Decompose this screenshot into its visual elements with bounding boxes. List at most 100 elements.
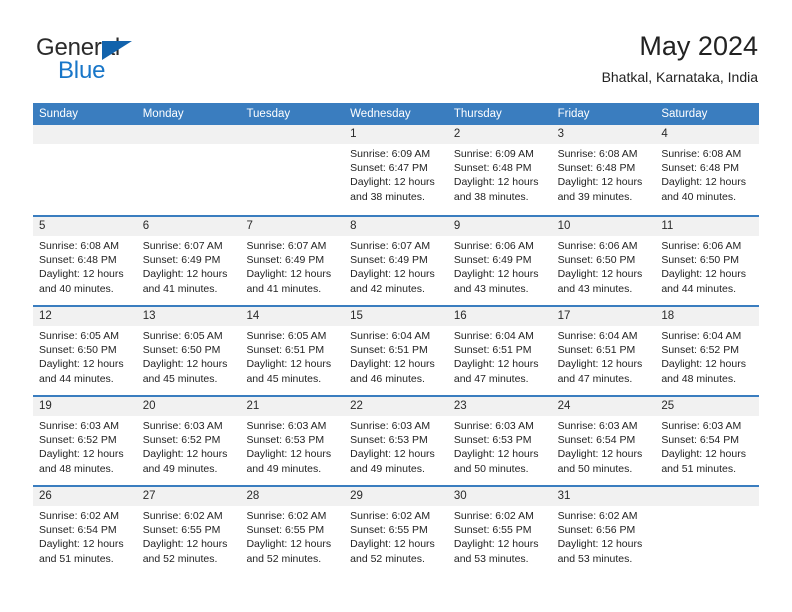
daylight-text: Daylight: 12 hours and 41 minutes. [246, 268, 332, 295]
calendar-day-cell[interactable]: 31 Sunrise: 6:02 AM Sunset: 6:56 PM Dayligh… [551, 487, 656, 575]
calendar-day-cell[interactable]: 8 Sunrise: 6:07 AM Sunset: 6:49 PM Daylight… [344, 217, 448, 305]
day-details: Sunrise: 6:07 AM Sunset: 6:49 PM Daylight:… [240, 236, 344, 296]
sunset-text: Sunset: 6:54 PM [557, 434, 636, 447]
calendar-day-cell[interactable]: 1 Sunrise: 6:09 AM Sunset: 6:47 PM Daylight… [344, 125, 448, 215]
sunrise-text: Sunrise: 6:03 AM [39, 420, 119, 432]
sunrise-text: Sunrise: 6:02 AM [453, 510, 534, 522]
day-details: Sunrise: 6:02 AM Sunset: 6:54 PM Daylight:… [33, 506, 137, 566]
calendar-day-cell[interactable]: 30 Sunrise: 6:02 AM Sunset: 6:55 PM Dayligh… [447, 487, 552, 575]
day-details: Sunrise: 6:07 AM Sunset: 6:49 PM Daylight:… [137, 236, 241, 296]
day-details: Sunrise: 6:03 AM Sunset: 6:53 PM Daylight:… [448, 416, 552, 476]
calendar-day-cell[interactable]: 6 Sunrise: 6:07 AM Sunset: 6:49 PM Daylight… [136, 217, 241, 305]
day-details: Sunrise: 6:03 AM Sunset: 6:52 PM Daylight:… [137, 416, 241, 476]
daylight-text: Daylight: 12 hours and 43 minutes. [453, 268, 539, 295]
sunset-text: Sunset: 6:48 PM [39, 254, 117, 267]
day-details: Sunrise: 6:08 AM Sunset: 6:48 PM Daylight:… [552, 144, 656, 204]
day-number [655, 487, 760, 506]
calendar-day-cell[interactable]: 29 Sunrise: 6:02 AM Sunset: 6:55 PM Dayligh… [344, 487, 448, 575]
sunrise-text: Sunrise: 6:06 AM [557, 240, 638, 252]
sunrise-text: Sunrise: 6:04 AM [453, 330, 534, 342]
calendar-day-cell[interactable]: 2 Sunrise: 6:09 AM Sunset: 6:48 PM Daylight… [447, 125, 552, 215]
sunrise-text: Sunrise: 6:09 AM [350, 148, 431, 160]
sunset-text: Sunset: 6:55 PM [350, 524, 428, 537]
sunset-text: Sunset: 6:54 PM [661, 434, 739, 447]
day-number: 30 [447, 487, 552, 506]
calendar-week-row: 26 Sunrise: 6:02 AM Sunset: 6:54 PM Dayligh… [33, 485, 760, 575]
weekday-header-monday: Monday [142, 108, 184, 120]
daylight-text: Daylight: 12 hours and 50 minutes. [557, 448, 643, 475]
day-number: 13 [136, 307, 241, 326]
calendar-day-cell[interactable]: 25 Sunrise: 6:03 AM Sunset: 6:54 PM Dayligh… [655, 397, 760, 485]
calendar-week-row: 19 Sunrise: 6:03 AM Sunset: 6:52 PM Dayligh… [33, 395, 760, 485]
daylight-text: Daylight: 12 hours and 47 minutes. [557, 358, 643, 385]
calendar-day-cell[interactable]: 28 Sunrise: 6:02 AM Sunset: 6:55 PM Dayligh… [240, 487, 345, 575]
day-details: Sunrise: 6:05 AM Sunset: 6:50 PM Daylight:… [137, 326, 241, 386]
calendar-day-cell-empty [136, 125, 241, 215]
day-details: Sunrise: 6:09 AM Sunset: 6:48 PM Daylight:… [448, 144, 552, 204]
calendar-day-cell[interactable]: 14 Sunrise: 6:05 AM Sunset: 6:51 PM Dayligh… [240, 307, 345, 395]
sunrise-text: Sunrise: 6:03 AM [142, 420, 223, 432]
calendar-day-cell[interactable]: 21 Sunrise: 6:03 AM Sunset: 6:53 PM Dayligh… [240, 397, 345, 485]
calendar-day-cell[interactable]: 5 Sunrise: 6:08 AM Sunset: 6:48 PM Daylight… [33, 217, 137, 305]
calendar-day-cell[interactable]: 18 Sunrise: 6:04 AM Sunset: 6:52 PM Dayligh… [655, 307, 760, 395]
day-number: 15 [344, 307, 448, 326]
day-number: 21 [240, 397, 345, 416]
sunrise-text: Sunrise: 6:06 AM [453, 240, 534, 252]
sunrise-text: Sunrise: 6:05 AM [246, 330, 327, 342]
calendar-day-cell[interactable]: 13 Sunrise: 6:05 AM Sunset: 6:50 PM Dayligh… [136, 307, 241, 395]
calendar-day-cell[interactable]: 26 Sunrise: 6:02 AM Sunset: 6:54 PM Dayligh… [33, 487, 137, 575]
calendar-day-cell[interactable]: 22 Sunrise: 6:03 AM Sunset: 6:53 PM Dayligh… [344, 397, 448, 485]
daylight-text: Daylight: 12 hours and 50 minutes. [453, 448, 539, 475]
sunrise-text: Sunrise: 6:03 AM [246, 420, 327, 432]
calendar-day-cell[interactable]: 4 Sunrise: 6:08 AM Sunset: 6:48 PM Daylight… [655, 125, 760, 215]
calendar-day-cell[interactable]: 27 Sunrise: 6:02 AM Sunset: 6:55 PM Dayligh… [136, 487, 241, 575]
sunrise-text: Sunrise: 6:09 AM [453, 148, 534, 160]
sunrise-text: Sunrise: 6:04 AM [661, 330, 742, 342]
day-number: 10 [551, 217, 656, 236]
sunrise-text: Sunrise: 6:08 AM [557, 148, 638, 160]
calendar-day-cell[interactable]: 11 Sunrise: 6:06 AM Sunset: 6:50 PM Dayligh… [655, 217, 760, 305]
calendar-day-cell[interactable]: 17 Sunrise: 6:04 AM Sunset: 6:51 PM Dayligh… [551, 307, 656, 395]
sunset-text: Sunset: 6:50 PM [39, 344, 117, 357]
sunset-text: Sunset: 6:51 PM [246, 344, 325, 357]
calendar-day-cell[interactable]: 23 Sunrise: 6:03 AM Sunset: 6:53 PM Dayligh… [447, 397, 552, 485]
calendar-day-cell[interactable]: 10 Sunrise: 6:06 AM Sunset: 6:50 PM Dayligh… [551, 217, 656, 305]
day-number: 11 [655, 217, 760, 236]
title-block: May 2024 Bhatkal, Karnataka, India [602, 30, 758, 87]
day-number: 6 [136, 217, 241, 236]
sunrise-text: Sunrise: 6:02 AM [39, 510, 119, 522]
day-details: Sunrise: 6:08 AM Sunset: 6:48 PM Daylight:… [655, 144, 759, 204]
calendar-day-cell[interactable]: 3 Sunrise: 6:08 AM Sunset: 6:48 PM Daylight… [551, 125, 656, 215]
calendar-day-cell[interactable]: 7 Sunrise: 6:07 AM Sunset: 6:49 PM Daylight… [240, 217, 345, 305]
day-details: Sunrise: 6:02 AM Sunset: 6:56 PM Daylight:… [552, 506, 656, 566]
daylight-text: Daylight: 12 hours and 45 minutes. [142, 358, 228, 385]
sunset-text: Sunset: 6:51 PM [557, 344, 636, 357]
calendar-day-cell[interactable]: 16 Sunrise: 6:04 AM Sunset: 6:51 PM Dayligh… [447, 307, 552, 395]
calendar-day-cell[interactable]: 19 Sunrise: 6:03 AM Sunset: 6:52 PM Dayligh… [33, 397, 137, 485]
calendar-day-cell[interactable]: 9 Sunrise: 6:06 AM Sunset: 6:49 PM Daylight… [447, 217, 552, 305]
sunrise-text: Sunrise: 6:03 AM [350, 420, 431, 432]
day-number: 5 [33, 217, 137, 236]
calendar-week-row: 12 Sunrise: 6:05 AM Sunset: 6:50 PM Dayligh… [33, 305, 760, 395]
daylight-text: Daylight: 12 hours and 40 minutes. [661, 176, 746, 203]
daylight-text: Daylight: 12 hours and 49 minutes. [142, 448, 228, 475]
daylight-text: Daylight: 12 hours and 43 minutes. [557, 268, 643, 295]
calendar-day-cell[interactable]: 24 Sunrise: 6:03 AM Sunset: 6:54 PM Dayligh… [551, 397, 656, 485]
day-details: Sunrise: 6:02 AM Sunset: 6:55 PM Daylight:… [137, 506, 241, 566]
general-blue-logo[interactable]: General Blue [34, 34, 234, 92]
daylight-text: Daylight: 12 hours and 51 minutes. [661, 448, 746, 475]
day-number: 19 [33, 397, 137, 416]
sunset-text: Sunset: 6:56 PM [557, 524, 636, 537]
day-details: Sunrise: 6:05 AM Sunset: 6:50 PM Daylight:… [33, 326, 137, 386]
day-number: 2 [447, 125, 552, 144]
sunrise-text: Sunrise: 6:02 AM [142, 510, 223, 522]
sunrise-text: Sunrise: 6:05 AM [39, 330, 119, 342]
day-number: 3 [551, 125, 656, 144]
day-number: 22 [344, 397, 448, 416]
calendar-day-cell-empty [240, 125, 345, 215]
calendar-day-cell[interactable]: 20 Sunrise: 6:03 AM Sunset: 6:52 PM Dayligh… [136, 397, 241, 485]
page-title: May 2024 [639, 31, 758, 61]
day-number: 7 [240, 217, 345, 236]
calendar-day-cell[interactable]: 12 Sunrise: 6:05 AM Sunset: 6:50 PM Dayligh… [33, 307, 137, 395]
calendar-day-cell[interactable]: 15 Sunrise: 6:04 AM Sunset: 6:51 PM Dayligh… [344, 307, 448, 395]
